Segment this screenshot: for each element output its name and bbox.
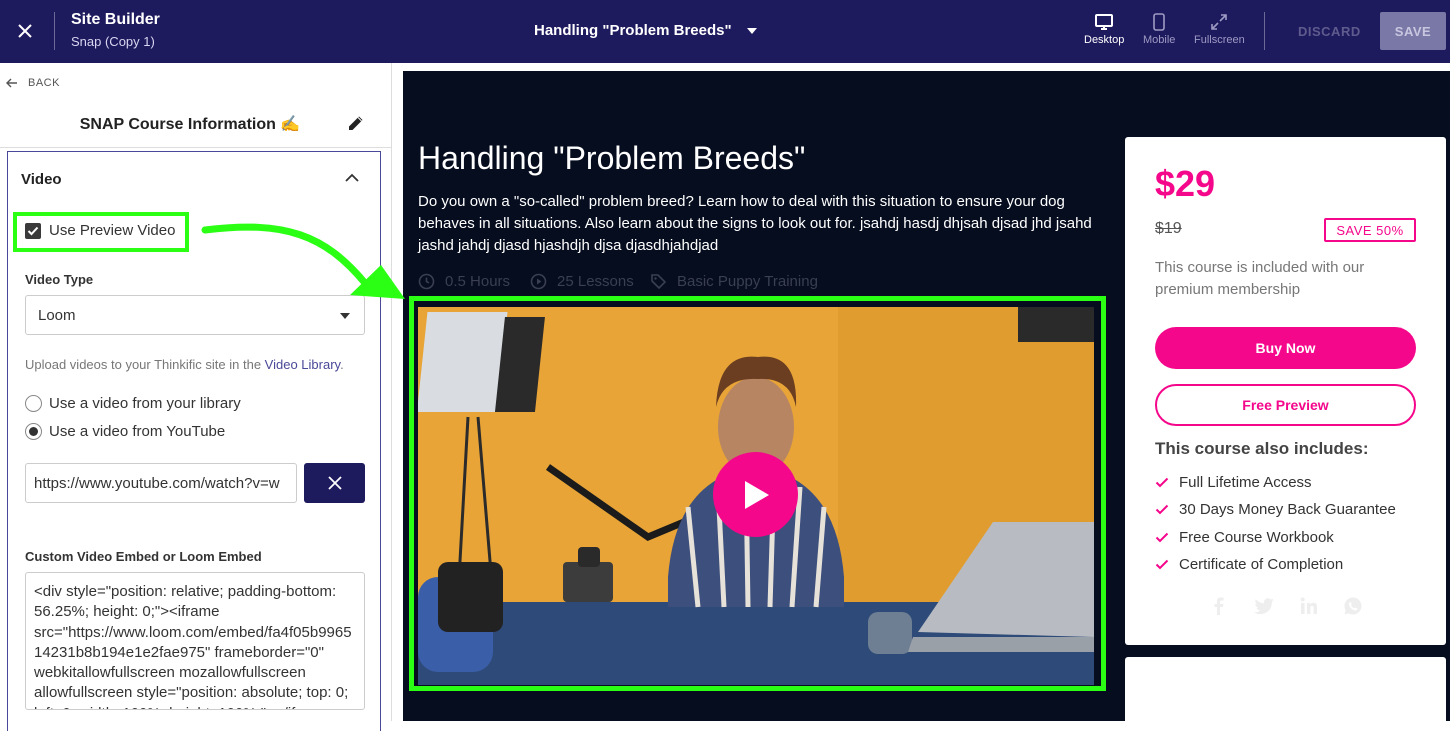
pencil-icon [349, 116, 363, 130]
radio-library[interactable] [25, 395, 42, 412]
check-icon [1155, 532, 1169, 543]
feature-item: Full Lifetime Access [1155, 474, 1312, 491]
feature-item: Certificate of Completion [1155, 556, 1343, 573]
view-mobile-label: Mobile [1143, 34, 1176, 46]
check-icon [1155, 559, 1169, 570]
check-icon [1155, 504, 1169, 515]
play-icon [744, 480, 769, 509]
clock-icon [418, 273, 435, 290]
collapse-button[interactable] [345, 170, 359, 188]
top-bar: Site Builder Snap (Copy 1) Handling "Pro… [0, 0, 1450, 63]
section-title: Video [21, 171, 62, 188]
chevron-up-icon [345, 173, 359, 182]
site-name: Snap (Copy 1) [71, 34, 155, 49]
feature-label: 30 Days Money Back Guarantee [1179, 501, 1396, 518]
discard-button[interactable]: DISCARD [1298, 24, 1361, 39]
linkedin-icon[interactable] [1299, 596, 1319, 616]
category-label: Basic Puppy Training [677, 273, 818, 290]
chevron-down-icon [746, 27, 757, 34]
caret-down-icon [340, 313, 350, 319]
membership-note: This course is included with our premium… [1155, 259, 1365, 298]
original-price: $19 [1155, 220, 1182, 237]
close-icon [18, 24, 32, 38]
radio-library-label: Use a video from your library [49, 395, 241, 412]
back-label: BACK [28, 77, 60, 89]
secondary-card [1125, 657, 1446, 727]
check-icon [1155, 477, 1169, 488]
back-button[interactable]: BACK [6, 77, 60, 89]
course-description: Do you own a "so-called" problem breed? … [418, 193, 1092, 254]
view-mobile-button[interactable]: Mobile [1143, 13, 1175, 46]
pricing-card: $29 $19 SAVE 50% This course is included… [1125, 137, 1446, 645]
help-text-body: Upload videos to your Thinkific site in … [25, 357, 265, 372]
video-library-link[interactable]: Video Library [265, 357, 340, 372]
use-preview-checkbox[interactable] [25, 223, 41, 239]
app-title: Site Builder [71, 11, 160, 28]
fullscreen-icon [1211, 14, 1228, 30]
lessons-meta: 25 Lessons [530, 273, 634, 290]
embed-code-field[interactable]: <div style="position: relative; padding-… [25, 572, 365, 710]
feature-label: Certificate of Completion [1179, 556, 1344, 573]
desktop-icon [1095, 14, 1114, 30]
includes-title: This course also includes: [1155, 439, 1369, 458]
help-text-suffix: . [340, 357, 344, 372]
panel-title: SNAP Course Information ✍️ [79, 116, 301, 133]
duration-label: 0.5 Hours [445, 273, 511, 290]
settings-panel: BACK SNAP Course Information ✍️ Video Us… [0, 63, 392, 731]
view-fullscreen-label: Fullscreen [1194, 34, 1245, 46]
use-preview-label: Use Preview Video [49, 222, 176, 239]
edit-button[interactable] [347, 114, 365, 137]
feature-label: Full Lifetime Access [1179, 474, 1312, 491]
tag-icon [651, 274, 667, 290]
view-fullscreen-button[interactable]: Fullscreen [1194, 13, 1245, 46]
radio-youtube-label: Use a video from YouTube [49, 423, 226, 440]
feature-item: Free Course Workbook [1155, 529, 1334, 546]
save-button[interactable]: SAVE [1380, 12, 1446, 50]
video-type-label: Video Type [25, 272, 94, 287]
checkmark-icon [27, 226, 39, 236]
whatsapp-icon[interactable] [1343, 596, 1363, 616]
close-icon [327, 476, 342, 490]
play-circle-icon [530, 273, 547, 290]
annotation-arrow [201, 223, 405, 299]
view-desktop-label: Desktop [1084, 34, 1125, 46]
course-title: Handling "Problem Breeds" [418, 140, 806, 176]
feature-item: 30 Days Money Back Guarantee [1155, 501, 1396, 518]
facebook-icon[interactable] [1209, 596, 1229, 616]
page-selector[interactable]: Handling "Problem Breeds" [534, 22, 758, 39]
clear-url-button[interactable] [304, 463, 365, 503]
divider [0, 147, 392, 148]
divider [1264, 12, 1265, 50]
help-text: Upload videos to your Thinkific site in … [25, 357, 344, 372]
page-name: Handling "Problem Breeds" [534, 22, 732, 39]
social-share [1209, 596, 1363, 616]
radio-youtube[interactable] [25, 423, 42, 440]
play-button[interactable] [713, 452, 798, 537]
duration-meta: 0.5 Hours [418, 273, 510, 290]
mobile-icon [1153, 13, 1166, 31]
buy-now-button[interactable]: Buy Now [1155, 327, 1416, 369]
twitter-icon[interactable] [1253, 596, 1275, 616]
lessons-label: 25 Lessons [557, 273, 634, 290]
close-button[interactable] [12, 18, 38, 44]
divider [54, 12, 55, 50]
embed-label: Custom Video Embed or Loom Embed [25, 549, 262, 564]
youtube-url-input[interactable] [25, 463, 297, 503]
view-desktop-button[interactable]: Desktop [1084, 13, 1124, 46]
category-meta: Basic Puppy Training [650, 273, 818, 290]
feature-label: Free Course Workbook [1179, 529, 1334, 546]
free-preview-button[interactable]: Free Preview [1155, 384, 1416, 426]
save-badge: SAVE 50% [1324, 218, 1416, 242]
arrow-left-icon [6, 78, 17, 88]
video-type-value: Loom [38, 307, 76, 324]
course-price: $29 [1155, 163, 1216, 204]
